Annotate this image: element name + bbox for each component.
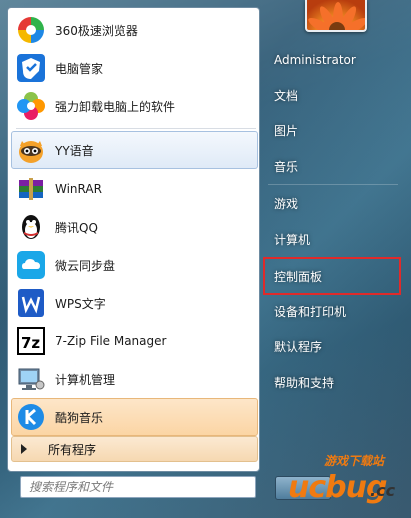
link-games[interactable]: 游戏 — [264, 189, 402, 217]
link-default-programs[interactable]: 默认程序 — [264, 332, 402, 360]
penguin-icon — [16, 212, 46, 242]
program-label: 微云同步盘 — [55, 258, 116, 273]
program-360-browser[interactable]: 360极速浏览器 — [11, 11, 258, 49]
program-label: WinRAR — [55, 182, 102, 196]
program-computer-management[interactable]: 计算机管理 — [11, 360, 258, 398]
search-input[interactable] — [29, 480, 249, 494]
link-help-support[interactable]: 帮助和支持 — [264, 368, 402, 396]
program-kugou[interactable]: 酷狗音乐 — [11, 398, 258, 436]
right-separator — [268, 257, 398, 258]
program-pc-manager[interactable]: 电脑管家 — [11, 49, 258, 87]
shield-icon — [16, 53, 46, 83]
program-label: 腾讯QQ — [55, 220, 98, 235]
program-label: 强力卸载电脑上的软件 — [55, 99, 176, 114]
link-music[interactable]: 音乐 — [264, 152, 402, 180]
program-label: 360极速浏览器 — [55, 23, 138, 38]
link-user[interactable]: Administrator — [264, 46, 402, 74]
all-programs-label: 所有程序 — [48, 442, 97, 457]
program-uninstaller[interactable]: 强力卸载电脑上的软件 — [11, 87, 258, 125]
program-label: 电脑管家 — [55, 61, 104, 76]
program-label: 7-Zip File Manager — [55, 334, 167, 348]
program-weiyun[interactable]: 微云同步盘 — [11, 246, 258, 284]
winrar-books-icon — [16, 174, 46, 204]
link-devices-printers[interactable]: 设备和打印机 — [264, 297, 402, 325]
360-browser-icon — [16, 15, 46, 45]
right-separator — [268, 184, 398, 185]
yy-raccoon-icon — [16, 135, 46, 165]
link-control-panel[interactable]: 控制面板 — [264, 262, 402, 290]
program-yy-voice[interactable]: YY语音 — [11, 131, 258, 169]
wps-w-icon — [16, 288, 46, 318]
program-label: YY语音 — [55, 143, 94, 158]
link-documents[interactable]: 文档 — [264, 81, 402, 109]
program-label: WPS文字 — [55, 296, 106, 311]
user-avatar[interactable] — [305, 0, 367, 32]
program-winrar[interactable]: WinRAR — [11, 170, 258, 208]
computer-management-icon — [16, 364, 46, 394]
svg-text:7z: 7z — [21, 334, 40, 352]
flower-icon — [16, 91, 46, 121]
link-pictures[interactable]: 图片 — [264, 116, 402, 144]
program-qq[interactable]: 腾讯QQ — [11, 208, 258, 246]
avatar-flower-center — [329, 22, 345, 30]
7z-icon: 7z — [16, 326, 46, 356]
watermark-caption: 游戏下载站 — [324, 454, 385, 468]
start-menu: 360极速浏览器 电脑管家 强力卸载电脑上的软件 YY语音 WinRAR 腾讯Q… — [0, 0, 411, 518]
kugou-k-icon — [16, 402, 46, 432]
program-7zip[interactable]: 7z 7-Zip File Manager — [11, 322, 258, 360]
cloud-icon — [16, 250, 46, 280]
program-label: 计算机管理 — [55, 372, 116, 387]
separator — [16, 128, 256, 129]
programs-pane: 360极速浏览器 电脑管家 强力卸载电脑上的软件 YY语音 WinRAR 腾讯Q… — [7, 7, 260, 472]
link-computer[interactable]: 计算机 — [264, 225, 402, 253]
all-programs-button[interactable]: 所有程序 — [11, 436, 258, 462]
program-label: 酷狗音乐 — [55, 410, 104, 425]
arrow-right-icon — [21, 444, 27, 454]
watermark-domain: .cc — [370, 481, 396, 500]
program-wps[interactable]: WPS文字 — [11, 284, 258, 322]
search-box[interactable] — [20, 476, 256, 498]
